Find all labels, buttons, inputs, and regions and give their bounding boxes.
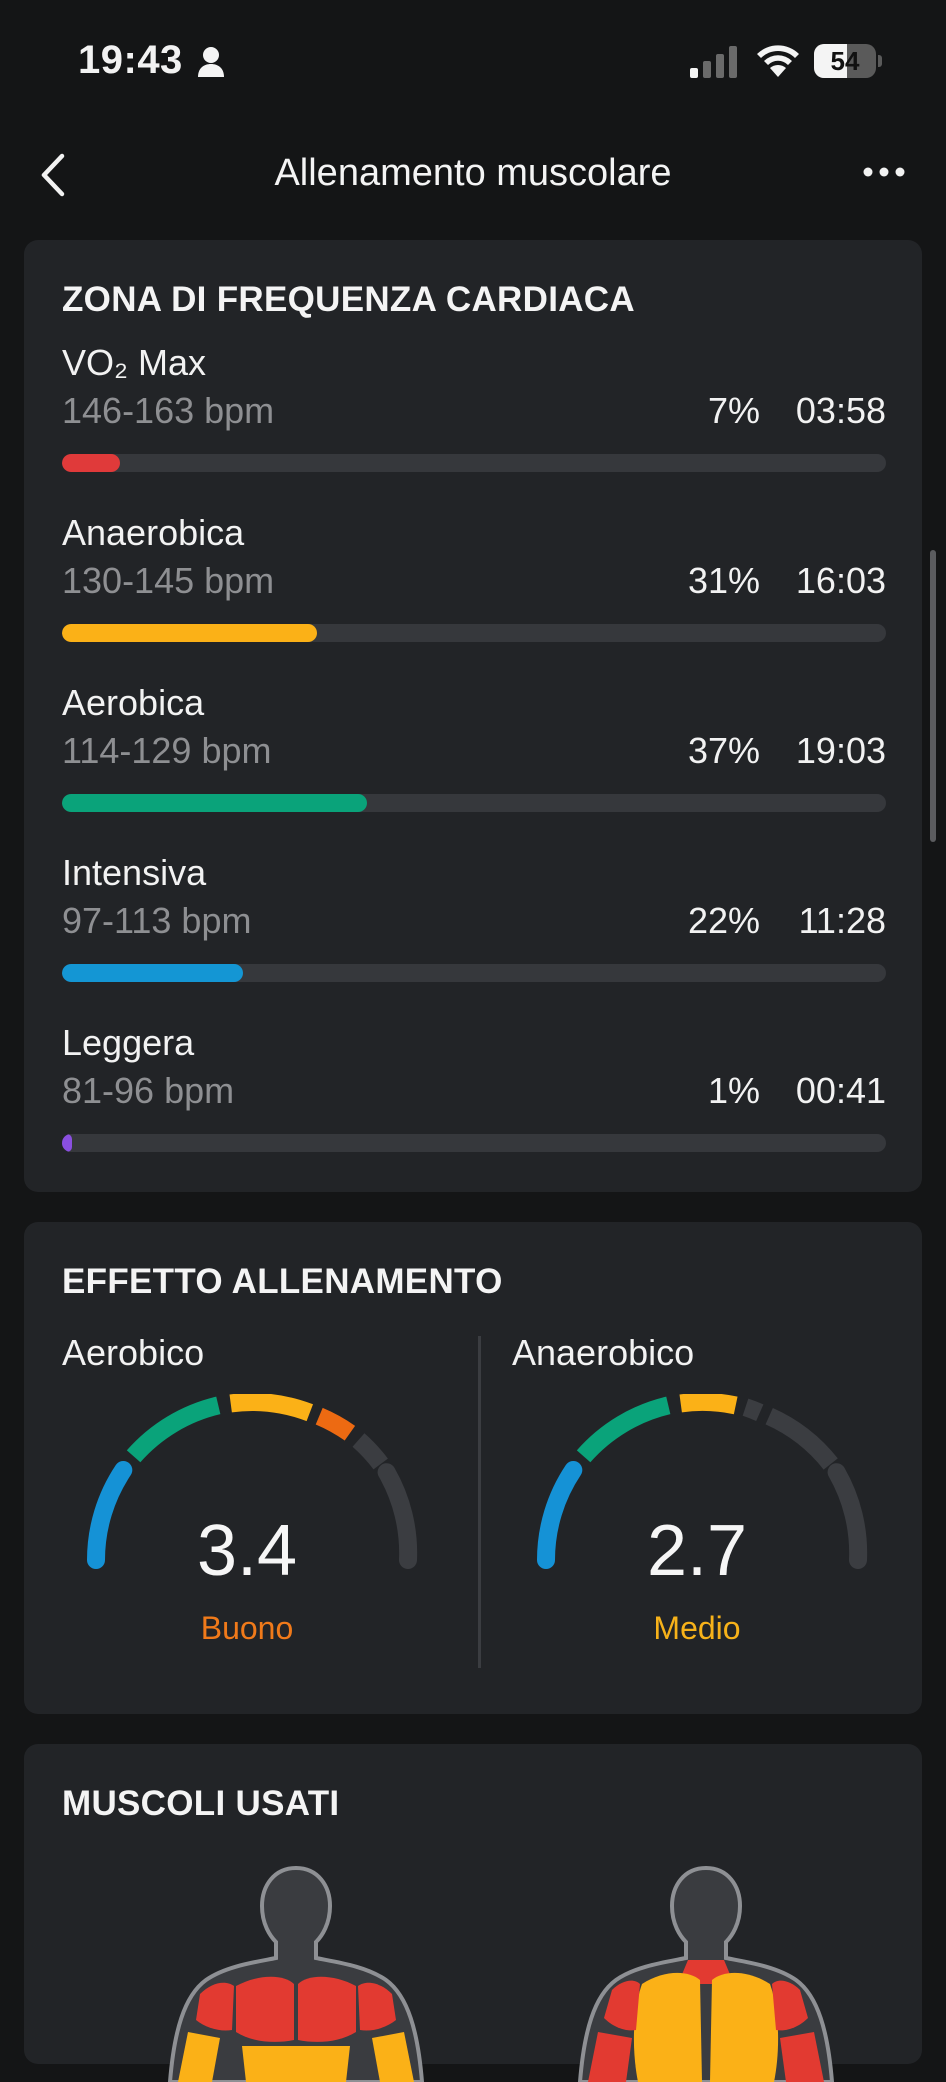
status-time: 19:43 bbox=[78, 38, 183, 82]
zone-progress-fill bbox=[62, 794, 367, 812]
zone-percent: 37% bbox=[687, 730, 760, 771]
anaerobic-label: Anaerobico bbox=[512, 1332, 695, 1373]
wifi-icon bbox=[757, 45, 799, 77]
gauge-segment-track bbox=[765, 1407, 838, 1470]
page-title: Allenamento muscolare bbox=[274, 152, 672, 194]
heart-zone-row: Anaerobica 130-145 bpm 31% 16:03 bbox=[62, 512, 886, 662]
gauge-segment-green bbox=[126, 1396, 221, 1463]
body-back-figure bbox=[577, 1865, 835, 2082]
anaerobic-effect: Anaerobico 2.7 Medio bbox=[512, 1332, 932, 1672]
nav-bar: Allenamento muscolare bbox=[0, 130, 946, 220]
zone-percent: 22% bbox=[687, 900, 760, 941]
zone-bpm-range: 97-113 bpm bbox=[62, 900, 252, 941]
zone-duration: 03:58 bbox=[795, 390, 886, 431]
zone-bpm-range: 81-96 bpm bbox=[62, 1070, 235, 1111]
aerobic-effect: Aerobico 3.4 Buono bbox=[62, 1332, 482, 1672]
aerobic-label: Aerobico bbox=[62, 1332, 205, 1373]
zone-percent: 7% bbox=[707, 390, 760, 431]
zone-duration: 16:03 bbox=[795, 560, 886, 601]
battery-level: 54 bbox=[830, 46, 860, 76]
gauge-segment-yellow bbox=[229, 1394, 314, 1422]
zone-name: Aerobica bbox=[62, 682, 205, 723]
heart-zone-row: Leggera 81-96 bpm 1% 00:41 bbox=[62, 1022, 886, 1172]
more-horizontal-icon[interactable] bbox=[862, 166, 906, 178]
zone-name: Intensiva bbox=[62, 852, 207, 893]
zone-duration: 00:41 bbox=[795, 1070, 886, 1111]
aerobic-value: 3.4 bbox=[196, 1511, 298, 1591]
cellular-signal-icon bbox=[690, 46, 737, 78]
zone-progress-fill bbox=[62, 1134, 72, 1152]
zone-progress-fill bbox=[62, 624, 318, 642]
card-title-training-effect: EFFETTO ALLENAMENTO bbox=[62, 1262, 503, 1301]
zone-bpm-range: 130-145 bpm bbox=[62, 560, 275, 601]
gauge-segment-track bbox=[352, 1433, 388, 1470]
zone-name: Anaerobica bbox=[62, 512, 245, 553]
battery-indicator: 54 bbox=[814, 44, 882, 78]
zone-percent: 1% bbox=[707, 1070, 760, 1111]
zone-name: Leggera bbox=[62, 1022, 195, 1063]
aerobic-rating: Buono bbox=[200, 1610, 294, 1646]
heart-zone-row: Intensiva 97-113 bpm 22% 11:28 bbox=[62, 852, 886, 1002]
training-effect-card: EFFETTO ALLENAMENTO Aerobico 3.4 Buono A… bbox=[24, 1222, 922, 1714]
person-icon bbox=[198, 47, 224, 77]
zone-duration: 11:28 bbox=[798, 900, 886, 941]
zone-percent: 31% bbox=[687, 560, 760, 601]
gauge-segment-track bbox=[742, 1398, 764, 1421]
card-title-heart-zone: ZONA DI FREQUENZA CARDIACA bbox=[62, 280, 635, 319]
zone-name: VO₂ Max bbox=[62, 342, 206, 383]
anaerobic-value: 2.7 bbox=[646, 1511, 748, 1591]
anaerobic-rating: Medio bbox=[653, 1610, 741, 1646]
zone-bpm-range: 114-129 bpm bbox=[62, 730, 272, 771]
gauge-segment-orange bbox=[315, 1407, 356, 1441]
zone-progress-track bbox=[62, 1134, 886, 1152]
effect-divider bbox=[478, 1336, 481, 1668]
zone-progress-track bbox=[62, 794, 886, 812]
zone-duration: 19:03 bbox=[795, 730, 886, 771]
zone-progress-track bbox=[62, 454, 886, 472]
zone-bpm-range: 146-163 bpm bbox=[62, 390, 275, 431]
heart-zone-row: VO₂ Max 146-163 bpm 7% 03:58 bbox=[62, 342, 886, 492]
gauge-segment-green bbox=[576, 1396, 671, 1463]
zone-progress-track bbox=[62, 624, 886, 642]
muscles-used-card: MUSCOLI USATI bbox=[24, 1744, 922, 2082]
heart-zone-card: ZONA DI FREQUENZA CARDIACA VO₂ Max 146-16… bbox=[24, 240, 922, 1192]
heart-zone-row: Aerobica 114-129 bpm 37% 19:03 bbox=[62, 682, 886, 832]
zone-progress-fill bbox=[62, 964, 244, 982]
card-title-muscles: MUSCOLI USATI bbox=[62, 1784, 340, 1823]
zone-progress-fill bbox=[62, 454, 120, 472]
zone-progress-track bbox=[62, 964, 886, 982]
status-bar: 19:43 54 bbox=[0, 0, 946, 120]
gauge-segment-yellow bbox=[679, 1394, 738, 1415]
body-front-figure bbox=[167, 1865, 425, 2082]
scrollbar[interactable] bbox=[930, 550, 936, 842]
